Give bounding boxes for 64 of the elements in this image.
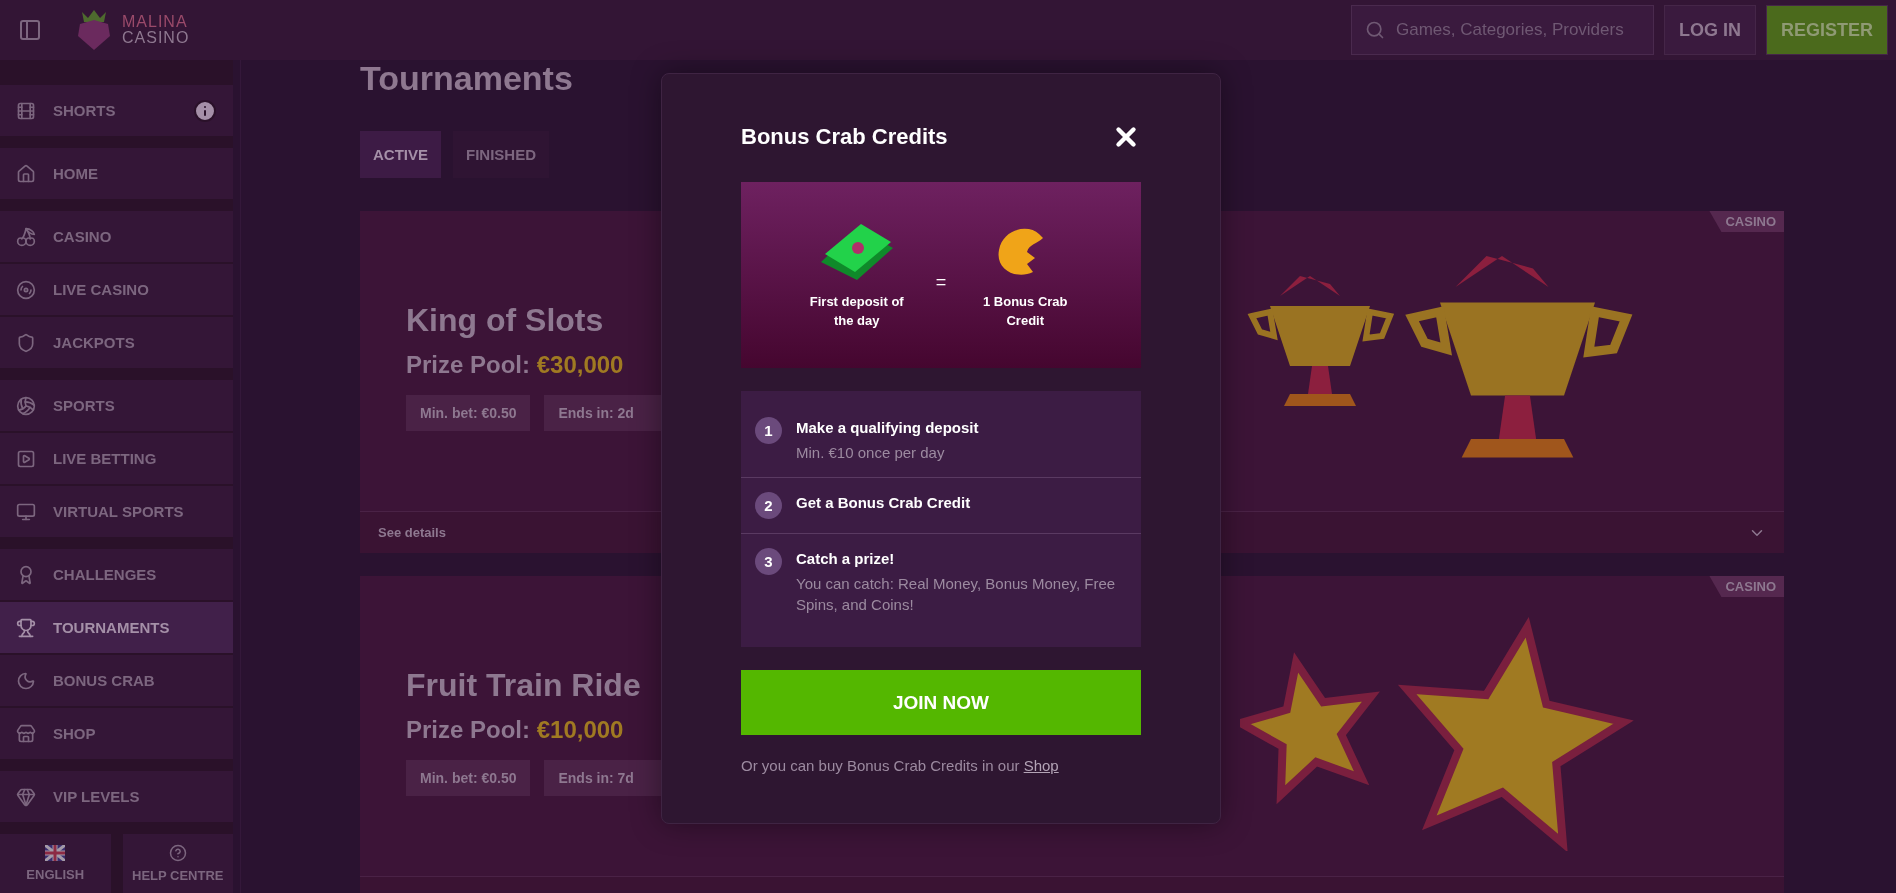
register-button[interactable]: REGISTER	[1766, 5, 1888, 55]
language-button[interactable]: ENGLISH	[0, 834, 111, 893]
shop-note: Or you can buy Bonus Crab Credits in our Shop	[741, 757, 1060, 774]
prize-pool: Prize Pool: €10,000	[406, 715, 624, 744]
page-title: Tournaments	[360, 60, 574, 96]
sidebar-item[interactable]: HOME	[0, 148, 233, 199]
store-icon	[16, 723, 36, 744]
wheel-icon	[16, 279, 36, 300]
sidebar-item[interactable]: TOURNAMENTS	[0, 602, 233, 653]
step-number: 3	[755, 548, 782, 575]
cherry-icon	[16, 226, 36, 247]
help-icon	[168, 844, 187, 862]
crescent-icon	[16, 670, 36, 691]
sidebar-item[interactable]: JACKPOTS	[0, 317, 233, 368]
step-number: 2	[755, 492, 782, 519]
info-icon[interactable]	[193, 98, 217, 123]
tournament-title: Fruit Train Ride	[406, 666, 641, 704]
see-details-link[interactable]: See details	[378, 525, 446, 540]
banner-label: First deposit of the day	[808, 293, 905, 330]
category-tag: CASINO	[1709, 576, 1784, 597]
home-icon	[16, 163, 36, 184]
sidebar-item[interactable]: CASINO	[0, 211, 233, 262]
prize-pool: Prize Pool: €30,000	[406, 350, 624, 379]
step-title: Get a Bonus Crab Credit	[796, 494, 971, 511]
step-description: You can catch: Real Money, Bonus Money, Free Spins, and Coins!	[796, 574, 1117, 615]
sidebar-item[interactable]: VIRTUAL SPORTS	[0, 486, 233, 537]
raspberry-logo-icon	[76, 10, 112, 50]
logo-text: MALINA CASINO	[122, 14, 190, 46]
login-button[interactable]: LOG IN	[1664, 5, 1756, 55]
info-pill: Min. bet: €0.50	[406, 759, 531, 796]
sidebar-item[interactable]: SHORTS	[0, 85, 233, 136]
modal-title: Bonus Crab Credits	[741, 124, 948, 150]
ball-icon	[16, 395, 36, 416]
help-button[interactable]: HELP CENTRE	[122, 834, 233, 893]
tab[interactable]: FINISHED	[453, 131, 550, 178]
step-title: Catch a prize!	[796, 550, 896, 567]
sidebar-item[interactable]: LIVE BETTING	[0, 433, 233, 484]
sidebar-item[interactable]: VIP LEVELS	[0, 771, 233, 822]
category-tag: CASINO	[1709, 211, 1784, 232]
sidebar-item[interactable]: CHALLENGES	[0, 549, 233, 600]
film-icon	[16, 100, 36, 121]
step-title: Make a qualifying deposit	[796, 419, 979, 436]
shield-icon	[16, 332, 36, 353]
equals-sign: =	[935, 272, 947, 293]
tab[interactable]: ACTIVE	[360, 131, 441, 178]
search-icon	[1365, 20, 1385, 40]
search-field[interactable]: Games, Categories, Providers	[1351, 5, 1654, 55]
sidebar-item[interactable]: BONUS CRAB	[0, 655, 233, 706]
monitor-icon	[16, 501, 36, 522]
info-pill: Min. bet: €0.50	[406, 394, 531, 431]
banner-label: 1 Bonus Crab Credit	[982, 293, 1069, 330]
sidebar-toggle-icon[interactable]	[18, 18, 42, 42]
join-now-button[interactable]: JOIN NOW	[741, 670, 1141, 735]
gem-icon	[16, 786, 36, 807]
sidebar-item[interactable]: LIVE CASINO	[0, 264, 233, 315]
flag-icon	[45, 845, 66, 861]
tournament-title: King of Slots	[406, 301, 604, 339]
trophy-icon	[16, 617, 36, 638]
shop-link[interactable]: Shop	[1023, 757, 1059, 774]
play-square-icon	[16, 448, 36, 469]
step-number: 1	[755, 417, 782, 444]
sidebar-item[interactable]: SPORTS	[0, 380, 233, 431]
sidebar-item[interactable]: SHOP	[0, 708, 233, 759]
step-description: Min. €10 once per day	[796, 443, 946, 463]
